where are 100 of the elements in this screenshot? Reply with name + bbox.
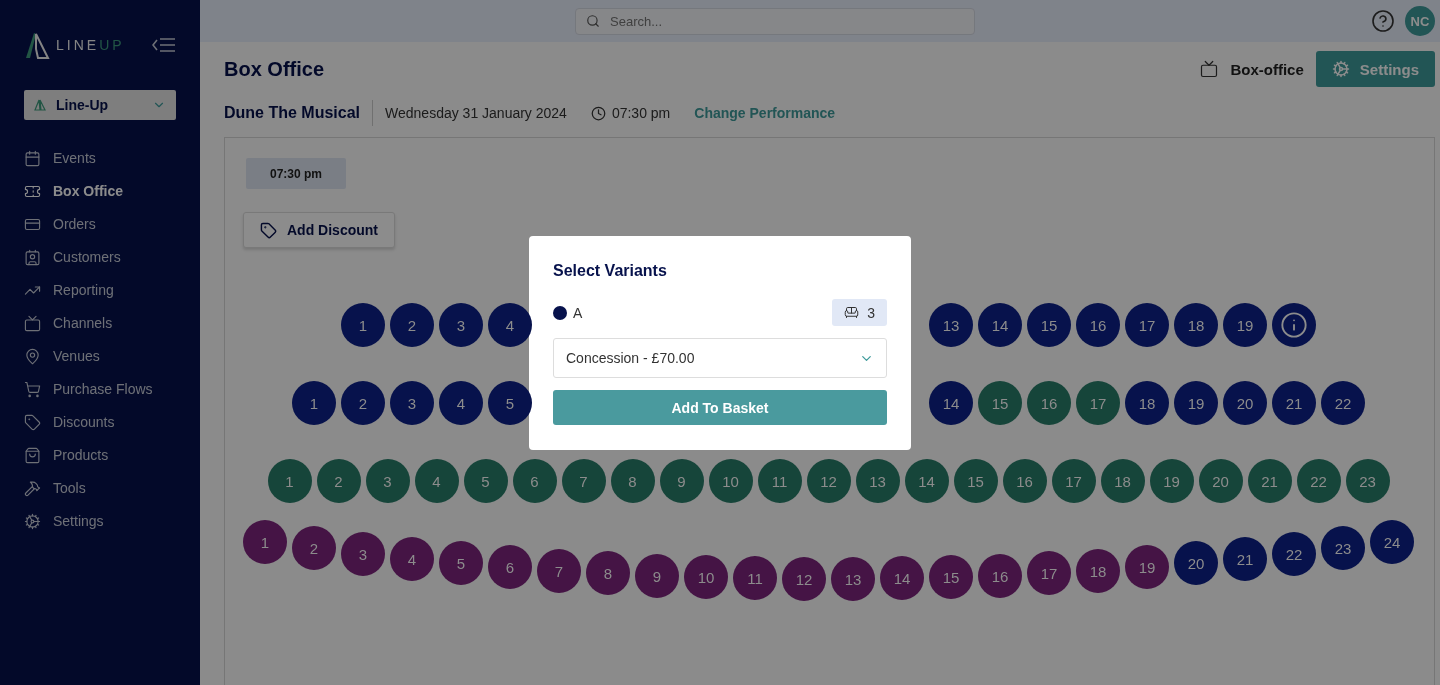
add-discount-button[interactable]: Add Discount bbox=[243, 212, 395, 248]
seat[interactable]: 20 bbox=[1174, 541, 1218, 585]
organization-select[interactable]: Line-Up bbox=[24, 90, 176, 120]
time-chip[interactable]: 07:30 pm bbox=[246, 158, 346, 189]
seat[interactable]: 8 bbox=[610, 459, 655, 503]
seat[interactable]: 2 bbox=[390, 303, 434, 347]
seat[interactable]: 6 bbox=[488, 545, 532, 589]
seat[interactable]: 15 bbox=[1027, 303, 1071, 347]
seat[interactable]: 6 bbox=[512, 459, 557, 503]
seat[interactable]: 2 bbox=[316, 459, 361, 503]
add-to-basket-button[interactable]: Add To Basket bbox=[553, 390, 887, 425]
seat[interactable]: 13 bbox=[929, 303, 973, 347]
seat[interactable]: 4 bbox=[414, 459, 459, 503]
seat[interactable]: 5 bbox=[463, 459, 508, 503]
map-pin-icon bbox=[24, 347, 41, 365]
search-field[interactable]: Search... bbox=[575, 7, 975, 35]
seat[interactable]: 7 bbox=[561, 459, 606, 503]
seat[interactable]: 1 bbox=[292, 381, 336, 425]
seat[interactable]: 8 bbox=[586, 551, 630, 595]
seat[interactable]: 18 bbox=[1174, 303, 1218, 347]
seat[interactable]: 12 bbox=[806, 459, 851, 503]
nav-item[interactable]: Orders bbox=[24, 214, 176, 234]
help-icon[interactable] bbox=[1371, 9, 1395, 33]
seat[interactable]: 15 bbox=[929, 555, 973, 599]
seat[interactable]: 24 bbox=[1370, 520, 1414, 564]
seat[interactable]: 15 bbox=[978, 381, 1022, 425]
seat[interactable]: 20 bbox=[1223, 381, 1267, 425]
nav-item[interactable]: Discounts bbox=[24, 412, 176, 432]
seat[interactable]: 4 bbox=[439, 381, 483, 425]
seat[interactable]: 21 bbox=[1247, 459, 1292, 503]
seat[interactable]: 10 bbox=[684, 555, 728, 599]
seat[interactable]: 16 bbox=[1027, 381, 1071, 425]
nav-item[interactable]: Tools bbox=[24, 478, 176, 498]
seat[interactable]: 13 bbox=[855, 459, 900, 503]
seat[interactable]: 11 bbox=[757, 459, 802, 503]
seat[interactable]: 9 bbox=[659, 459, 704, 503]
seat[interactable]: 22 bbox=[1272, 532, 1316, 576]
seat[interactable]: 2 bbox=[292, 526, 336, 570]
nav-item[interactable]: Customers bbox=[24, 247, 176, 267]
seat[interactable]: 4 bbox=[390, 537, 434, 581]
seat[interactable]: 1 bbox=[243, 520, 287, 564]
seat[interactable]: 3 bbox=[365, 459, 410, 503]
seat[interactable]: 20 bbox=[1198, 459, 1243, 503]
nav-item[interactable]: Box Office bbox=[24, 181, 176, 201]
variant-label: A bbox=[573, 304, 583, 321]
search-input[interactable]: Search... bbox=[608, 12, 964, 30]
seat[interactable]: 1 bbox=[341, 303, 385, 347]
seat[interactable]: 17 bbox=[1051, 459, 1096, 503]
seat[interactable]: 21 bbox=[1223, 537, 1267, 581]
settings-button[interactable]: Settings bbox=[1315, 51, 1435, 87]
event-name: Dune The Musical bbox=[224, 100, 374, 126]
seat[interactable]: 19 bbox=[1174, 381, 1218, 425]
seat[interactable]: 16 bbox=[1076, 303, 1120, 347]
seat[interactable]: 22 bbox=[1296, 459, 1341, 503]
seat[interactable]: 5 bbox=[488, 381, 532, 425]
seat[interactable]: 3 bbox=[390, 381, 434, 425]
seat[interactable]: 18 bbox=[1076, 549, 1120, 593]
nav-item[interactable]: Channels bbox=[24, 313, 176, 333]
seat[interactable]: 9 bbox=[635, 554, 679, 598]
seat[interactable]: 23 bbox=[1345, 459, 1390, 503]
seat[interactable]: 18 bbox=[1100, 459, 1145, 503]
seat[interactable]: 16 bbox=[978, 554, 1022, 598]
collapse-menu-icon[interactable] bbox=[152, 37, 176, 53]
change-performance-link[interactable]: Change Performance bbox=[694, 105, 836, 121]
seat[interactable]: 10 bbox=[708, 459, 753, 503]
seat[interactable]: 18 bbox=[1125, 381, 1169, 425]
seat[interactable]: 7 bbox=[537, 549, 581, 593]
seat[interactable]: 19 bbox=[1125, 545, 1169, 589]
nav-item[interactable]: Events bbox=[24, 148, 176, 168]
seat[interactable]: 17 bbox=[1125, 303, 1169, 347]
nav-item[interactable]: Products bbox=[24, 445, 176, 465]
seat[interactable]: 11 bbox=[733, 556, 777, 600]
seat[interactable]: 5 bbox=[439, 541, 483, 585]
seat[interactable]: 19 bbox=[1149, 459, 1194, 503]
nav-item[interactable]: Venues bbox=[24, 346, 176, 366]
nav-item[interactable]: Reporting bbox=[24, 280, 176, 300]
seat[interactable]: 1 bbox=[267, 459, 312, 503]
seat[interactable]: 17 bbox=[1027, 551, 1071, 595]
seat[interactable]: 14 bbox=[978, 303, 1022, 347]
info-seat[interactable] bbox=[1272, 303, 1316, 347]
seat[interactable]: 16 bbox=[1002, 459, 1047, 503]
nav-item[interactable]: Settings bbox=[24, 511, 176, 531]
seat[interactable]: 23 bbox=[1321, 526, 1365, 570]
seat[interactable]: 22 bbox=[1321, 381, 1365, 425]
seat[interactable]: 4 bbox=[488, 303, 532, 347]
nav-item[interactable]: Purchase Flows bbox=[24, 379, 176, 399]
seat[interactable]: 3 bbox=[439, 303, 483, 347]
seat[interactable]: 13 bbox=[831, 557, 875, 601]
seat[interactable]: 14 bbox=[880, 556, 924, 600]
user-avatar[interactable]: NC bbox=[1405, 6, 1435, 36]
seat[interactable]: 12 bbox=[782, 557, 826, 601]
seat[interactable]: 14 bbox=[929, 381, 973, 425]
seat[interactable]: 19 bbox=[1223, 303, 1267, 347]
seat[interactable]: 17 bbox=[1076, 381, 1120, 425]
seat[interactable]: 2 bbox=[341, 381, 385, 425]
seat[interactable]: 21 bbox=[1272, 381, 1316, 425]
seat[interactable]: 14 bbox=[904, 459, 949, 503]
seat[interactable]: 15 bbox=[953, 459, 998, 503]
seat[interactable]: 3 bbox=[341, 532, 385, 576]
variant-select[interactable]: Concession - £70.00 bbox=[553, 338, 887, 378]
